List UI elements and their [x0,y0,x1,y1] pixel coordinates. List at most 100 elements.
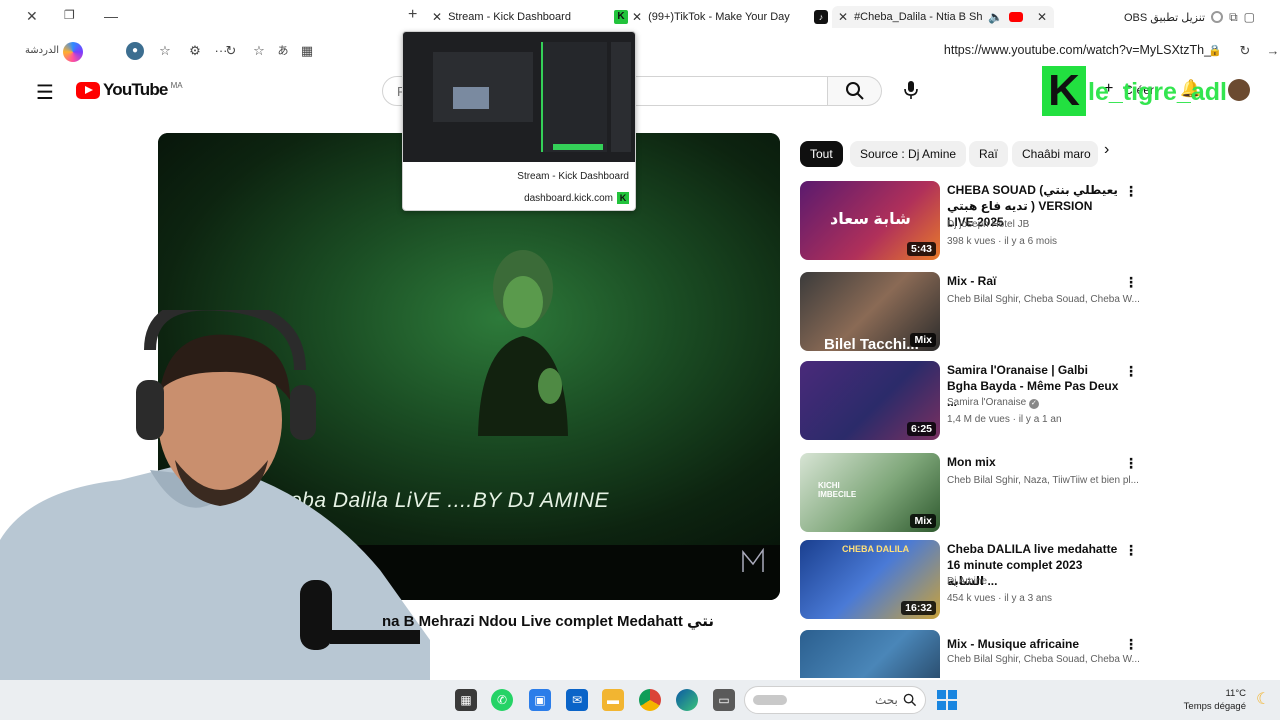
edge-icon[interactable] [676,689,698,711]
workspaces-icon[interactable]: ⧉ [1229,10,1238,25]
preview-url: dashboard.kick.com K [524,192,629,204]
store-icon[interactable]: ▣ [529,689,551,711]
search-button[interactable] [828,76,882,106]
chrome-icon[interactable] [639,689,661,711]
video-thumbnail[interactable]: Bilel Tacchi... Mix [800,272,940,351]
address-bar-row: الدردشة ● ☆ ⚙ ··· ↻ ☆ あ ▦ https://www.yo… [0,34,1280,68]
recommendation-channel[interactable]: Samira l'Oranaise ✓ [947,397,1039,409]
chip-rai[interactable]: Raï [969,141,1008,167]
copilot-icon[interactable] [63,42,83,62]
recommendation-item[interactable]: Bilel Tacchi... Mix Mix - Raï Cheb Bilal… [800,272,1140,352]
file-explorer-icon[interactable]: ▬ [602,689,624,711]
outlook-icon[interactable]: ✉ [566,689,588,711]
calculator-icon[interactable]: ▦ [455,689,477,711]
mix-badge: Mix [910,333,936,347]
recommendation-title[interactable]: Mon mix [947,454,1119,470]
more-options-icon[interactable]: ⋮ [1124,542,1138,559]
tab-obs[interactable]: OBS تنزيل تطبيق ⧉ ▢ [1124,6,1274,28]
speaker-icon[interactable]: 🔈 [988,10,1003,24]
more-options-icon[interactable]: ⋮ [1124,274,1138,291]
tab-close-icon[interactable]: ✕ [1037,10,1047,24]
whatsapp-icon[interactable]: ✆ [491,689,513,711]
recommendation-item[interactable]: KICHI IMBECILE Mix Mon mix Cheb Bilal Sg… [800,453,1140,533]
search-icon [903,693,917,707]
tiktok-favicon-icon: ♪ [814,10,828,24]
youtube-logo[interactable]: YouTube MA [76,80,183,100]
url-field[interactable]: https://www.youtube.com/watch?v=MyLSXtzT… [944,43,1218,57]
preview-sidebar [611,42,631,152]
favorites-icon[interactable]: ☆ [156,42,174,60]
tab-actions-icon[interactable]: ▢ [1244,10,1255,24]
recommendation-channel[interactable]: Dj Amine [947,576,987,587]
mix-badge: Mix [910,514,936,528]
restore-window-icon[interactable]: ❐ [64,8,75,22]
chip-source[interactable]: Source : Dj Amine [850,141,967,167]
chip-all[interactable]: Tout [800,141,843,167]
recommendation-item[interactable]: Mix - Musique africaine Cheb Bilal Sghir… [800,630,1140,678]
taskbar-search[interactable]: بحث [744,686,926,714]
weather-widget[interactable]: 11°C Temps dégagé [1184,687,1246,713]
split-screen-icon[interactable]: ▦ [298,42,316,60]
channel-watermark-icon [742,548,764,572]
tab-youtube[interactable]: ✕ #Cheba_Dalila - Ntia B Shour 🔈 ✕ [832,6,1054,28]
chevron-right-icon[interactable]: › [1104,141,1109,159]
more-options-icon[interactable]: ⋮ [1124,363,1138,380]
video-thumbnail[interactable]: CHEBA DALILA 16:32 [800,540,940,619]
moon-weather-icon: ☾ [1256,691,1271,708]
video-thumbnail[interactable] [800,630,940,678]
add-favorite-icon[interactable]: ☆ [250,42,268,60]
video-title: na B Mehrazi Ndou Live complet Medahatt … [382,613,714,630]
extensions-icon[interactable]: ⚙ [186,42,204,60]
tab-hover-preview[interactable]: Stream - Kick Dashboard dashboard.kick.c… [402,31,636,211]
recommendation-item[interactable]: CHEBA DALILA 16:32 Cheba DALILA live med… [800,540,1140,620]
voice-search-button[interactable] [896,76,926,106]
recommendation-channel[interactable]: Cheb Bilal Sghir, Cheba Souad, Cheba W..… [947,294,1140,305]
recommendation-title[interactable]: Mix - Raï [947,273,1119,289]
windows-taskbar: ▦ ✆ ▣ ✉ ▬ ▭ بحث 11°C Temps dégagé ☾ [0,680,1280,720]
video-thumbnail[interactable]: 6:25 [800,361,940,440]
lock-icon[interactable]: 🔒 [1206,42,1224,60]
video-thumbnail[interactable]: KICHI IMBECILE Mix [800,453,940,532]
chip-chaabi[interactable]: Chaâbi maro [1012,141,1098,167]
kick-favicon-icon: K [617,192,629,204]
duration-badge: 5:43 [906,242,936,256]
task-view-icon[interactable]: ▭ [713,689,735,711]
recommendation-title[interactable]: Mix - Musique africaine [947,636,1119,652]
account-avatar[interactable] [1228,79,1250,101]
more-options-icon[interactable]: ⋮ [1124,183,1138,200]
tab-kick-dashboard[interactable]: ✕ Stream - Kick Dashboard K [432,6,628,28]
tab-label: OBS تنزيل تطبيق [1124,11,1206,24]
recommendation-channel[interactable]: Dj joseph Hotel JB [947,219,1029,230]
new-tab-icon[interactable]: + [408,6,417,24]
recommendation-channel[interactable]: Cheb Bilal Sghir, Cheba Souad, Cheba W..… [947,654,1140,665]
preview-video [453,87,489,109]
copilot-label[interactable]: الدردشة [24,42,60,60]
close-window-icon[interactable]: ✕ [26,8,38,25]
thumbnail-text: KICHI IMBECILE [818,481,857,499]
reload-icon[interactable]: ↻ [1236,42,1254,60]
minimize-window-icon[interactable]: — [104,8,118,24]
hamburger-menu-icon[interactable]: ☰ [36,80,54,105]
tab-close-icon[interactable]: ✕ [632,10,642,24]
recommendation-channel[interactable]: Cheb Bilal Sghir, Naza, TiiwTiiw et bien… [947,475,1139,486]
refresh-icon[interactable]: ↻ [222,42,240,60]
more-options-icon[interactable]: ⋮ [1124,636,1138,653]
profile-avatar[interactable]: ● [126,42,144,60]
tab-close-icon[interactable]: ✕ [432,10,442,24]
tab-close-icon[interactable]: ✕ [838,10,848,24]
translate-icon[interactable]: あ [274,42,292,60]
recommendation-meta: 454 k vues · il y a 3 ans [947,593,1053,604]
windows-start-icon[interactable] [936,689,958,711]
thumbnail-text: CHEBA DALILA [842,544,910,554]
youtube-logo-text: YouTube [103,80,168,99]
video-thumbnail[interactable]: شابة سعاد 5:43 [800,181,940,260]
recommendation-item[interactable]: 6:25 Samira l'Oranaise | Galbi Bgha Bayd… [800,361,1140,441]
kick-logo-overlay: K [1042,66,1086,116]
recommendation-item[interactable]: شابة سعاد 5:43 CHEBA SOUAD (يعيطلي بنتي … [800,181,1140,261]
preview-screenshot [403,32,635,162]
tab-tiktok[interactable]: ✕ (99+)TikTok - Make Your Day ♪ [632,6,828,28]
more-options-icon[interactable]: ⋮ [1124,455,1138,472]
preview-title: Stream - Kick Dashboard [517,171,629,182]
search-highlight-icon [753,695,787,705]
back-arrow-icon[interactable]: → [1264,42,1280,60]
